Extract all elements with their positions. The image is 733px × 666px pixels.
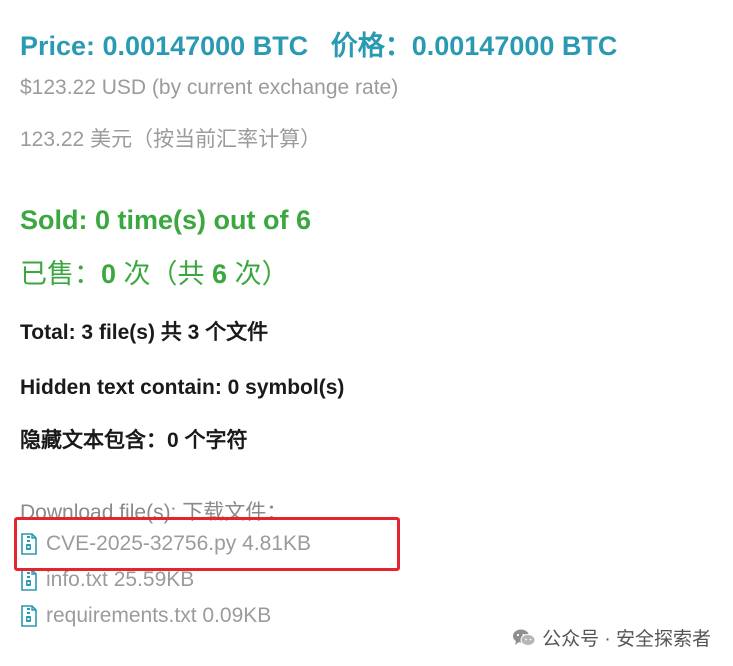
- zip-file-icon: [21, 569, 37, 591]
- sold-cn-mid: 次（共: [116, 259, 213, 289]
- file-size: 0.09KB: [202, 604, 272, 627]
- zip-file-icon: [21, 605, 37, 627]
- price-heading: Price: 0.00147000 BTC 价格：0.00147000 BTC: [20, 24, 617, 63]
- hidden-text-cn: 隐藏文本包含：0 个字符: [20, 429, 248, 452]
- sold-cn-prefix: 已售：: [20, 259, 101, 289]
- sold-count-en: Sold: 0 time(s) out of 6: [20, 205, 312, 235]
- wechat-icon: [513, 629, 536, 646]
- watermark-text: 公众号 · 安全探索者: [542, 629, 711, 650]
- total-files: Total: 3 file(s) 共 3 个文件: [20, 321, 269, 344]
- sold-cn-total: 6: [212, 259, 228, 289]
- highlight-box: [14, 517, 400, 571]
- file-size: 25.59KB: [113, 568, 195, 591]
- watermark: 公众号 · 安全探索者: [512, 624, 711, 651]
- download-file-link[interactable]: requirements.txt 0.09KB: [20, 604, 271, 628]
- download-file-link[interactable]: info.txt 25.59KB: [20, 568, 194, 592]
- file-name[interactable]: info.txt: [46, 568, 108, 592]
- hidden-text-en: Hidden text contain: 0 symbol(s): [20, 376, 345, 399]
- sold-count-cn: 已售：0 次（共 6 次）: [20, 252, 289, 291]
- sold-cn-count: 0: [101, 259, 117, 289]
- file-name[interactable]: requirements.txt: [46, 604, 197, 628]
- usd-price-cn: 123.22 美元（按当前汇率计算）: [20, 128, 322, 151]
- price-cn: 价格：0.00147000 BTC: [330, 31, 618, 61]
- sold-cn-suffix: 次）: [227, 259, 289, 289]
- price-en: Price: 0.00147000 BTC: [20, 31, 309, 61]
- usd-price-en: $123.22 USD (by current exchange rate): [20, 76, 399, 99]
